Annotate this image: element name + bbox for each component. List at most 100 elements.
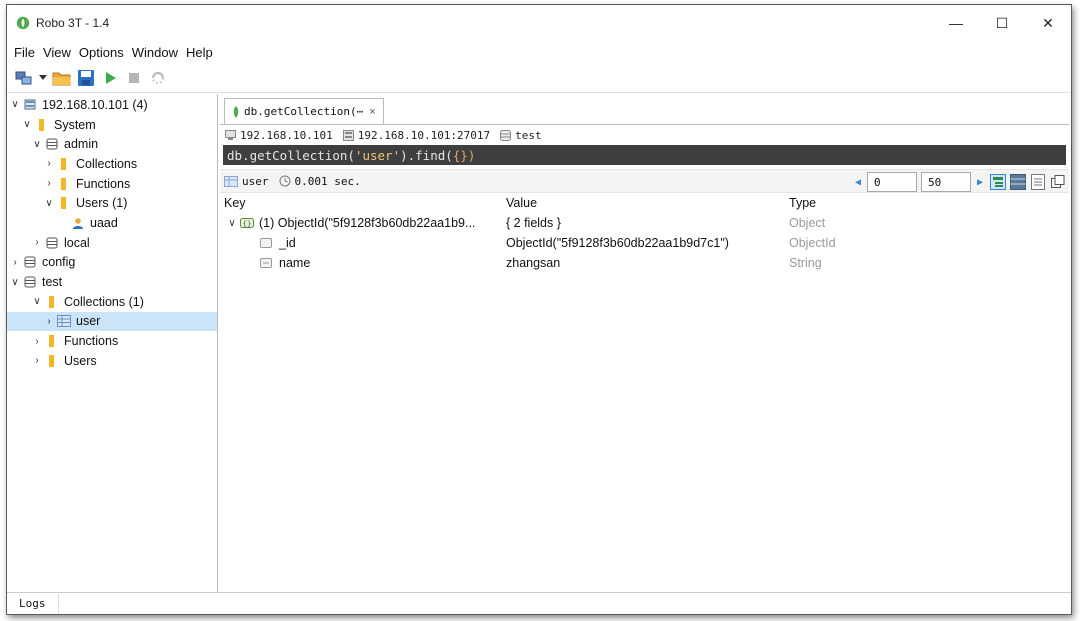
result-key-cell: _id <box>220 236 506 250</box>
chevron-down-icon[interactable]: ∨ <box>31 296 43 307</box>
detach-view-icon[interactable] <box>1049 173 1067 191</box>
connect-icon[interactable] <box>13 67 35 89</box>
computer-icon <box>225 129 236 140</box>
connection-info: 192.168.10.101 192.168.10.101:27017 test <box>220 125 1069 145</box>
tab-close-icon[interactable]: × <box>369 106 375 118</box>
query-string: 'user' <box>354 147 401 163</box>
tree-collection-user[interactable]: › user <box>7 311 217 332</box>
header-value[interactable]: Value <box>506 196 789 210</box>
tree-local[interactable]: › local <box>7 233 217 253</box>
save-icon[interactable] <box>75 67 97 89</box>
server-icon <box>342 129 354 141</box>
tree-test-collections[interactable]: ∨ Collections (1) <box>7 292 217 312</box>
tree-test-functions[interactable]: › Functions <box>7 331 217 351</box>
query-editor[interactable]: db.getCollection('user').find({}) <box>223 145 1066 165</box>
next-page-icon[interactable]: ▶ <box>973 172 987 192</box>
tree-test-users-label: Users <box>64 353 97 368</box>
result-type-cell: String <box>789 256 822 270</box>
menu-options[interactable]: Options <box>76 45 127 60</box>
tree-user-uaad-label: uaad <box>90 215 118 230</box>
chevron-down-icon[interactable]: ∨ <box>43 198 55 209</box>
tree-test-users[interactable]: › Users <box>7 351 217 371</box>
chevron-right-icon[interactable]: › <box>31 237 43 248</box>
robo3t-logo-icon <box>16 16 30 30</box>
chevron-down-icon[interactable]: ∨ <box>9 277 21 288</box>
result-type-cell: Object <box>789 216 826 230</box>
logs-button[interactable]: Logs <box>7 593 59 614</box>
open-folder-icon[interactable] <box>51 67 73 89</box>
chevron-down-icon[interactable]: ∨ <box>21 119 33 130</box>
chevron-down-icon[interactable]: ∨ <box>9 99 21 110</box>
result-type-cell: ObjectId <box>789 236 836 250</box>
result-row-id[interactable]: _id ObjectId("5f9128f3b60db22aa1b9d7c1")… <box>220 233 1069 253</box>
stop-icon[interactable] <box>123 67 145 89</box>
maximize-button[interactable]: ☐ <box>979 5 1025 41</box>
server-icon <box>23 98 37 112</box>
menu-view[interactable]: View <box>40 45 74 60</box>
database-icon <box>23 275 37 289</box>
tree-test-functions-label: Functions <box>64 334 119 349</box>
tree-config-label: config <box>42 255 76 270</box>
collection-table-icon <box>224 175 238 187</box>
database-icon <box>23 255 37 269</box>
result-key-cell: ∨ {} (1) ObjectId("5f9128f3b60db22aa1b9.… <box>220 216 506 230</box>
tree-system[interactable]: ∨ System <box>7 115 217 135</box>
chevron-right-icon[interactable]: › <box>31 355 43 366</box>
minimize-button[interactable]: — <box>933 5 979 41</box>
tree-admin-collections[interactable]: › Collections <box>7 154 217 174</box>
result-value-cell: { 2 fields } <box>506 216 561 230</box>
tab-query[interactable]: db.getCollection(⋯ × <box>224 98 384 124</box>
window-title: Robo 3T - 1.4 <box>36 16 110 30</box>
chevron-right-icon[interactable]: › <box>43 316 55 327</box>
address-segment: 192.168.10.101:27017 <box>342 129 490 142</box>
tree-admin-users[interactable]: ∨ Users (1) <box>7 193 217 213</box>
tree-admin[interactable]: ∨ admin <box>7 134 217 154</box>
tree-view-icon[interactable] <box>989 173 1007 191</box>
close-button[interactable]: ✕ <box>1025 5 1071 41</box>
table-view-icon[interactable] <box>1009 173 1027 191</box>
chevron-right-icon[interactable]: › <box>31 336 43 347</box>
menu-window[interactable]: Window <box>129 45 181 60</box>
host-label: 192.168.10.101 <box>240 128 333 142</box>
host-segment: 192.168.10.101 <box>225 129 333 142</box>
limit-input[interactable]: 50 <box>921 172 971 192</box>
tree-server[interactable]: ∨ 192.168.10.101 (4) <box>7 95 217 115</box>
tree-user-uaad[interactable]: uaad <box>7 213 217 233</box>
object-explorer: ∨ 192.168.10.101 (4) ∨ System ∨ admin › … <box>7 94 218 592</box>
menu-file[interactable]: File <box>11 45 38 60</box>
query-suffix: ) <box>467 147 476 163</box>
header-key[interactable]: Key <box>220 196 506 210</box>
window-controls: — ☐ ✕ <box>933 5 1071 41</box>
chevron-right-icon[interactable]: › <box>43 178 55 189</box>
chevron-right-icon[interactable]: › <box>9 257 21 268</box>
folder-icon <box>45 354 59 368</box>
app-window: Robo 3T - 1.4 — ☐ ✕ File View Options Wi… <box>6 4 1072 615</box>
dropdown-arrow-icon[interactable] <box>37 67 49 89</box>
tree-test[interactable]: ∨ test <box>7 272 217 292</box>
title-bar: Robo 3T - 1.4 — ☐ ✕ <box>7 5 1071 41</box>
chevron-down-icon[interactable]: ∨ <box>31 139 43 150</box>
folder-icon <box>35 118 49 132</box>
result-row-document[interactable]: ∨ {} (1) ObjectId("5f9128f3b60db22aa1b9.… <box>220 213 1069 233</box>
tree-admin-functions-label: Functions <box>76 176 131 191</box>
skip-input[interactable]: 0 <box>867 172 917 192</box>
rotate-icon[interactable] <box>147 67 169 89</box>
result-row-name[interactable]: name zhangsan String <box>220 253 1069 273</box>
pager: ◀ 0 50 ▶ <box>851 171 1067 193</box>
tree-server-label: 192.168.10.101 (4) <box>42 97 148 112</box>
result-key-label: name <box>279 256 311 270</box>
tree-admin-functions[interactable]: › Functions <box>7 174 217 194</box>
clock-icon <box>279 175 290 187</box>
previous-page-icon[interactable]: ◀ <box>851 172 865 192</box>
header-type[interactable]: Type <box>789 196 1069 210</box>
menu-help[interactable]: Help <box>183 45 216 60</box>
text-view-icon[interactable] <box>1029 173 1047 191</box>
string-field-icon <box>260 258 272 268</box>
chevron-down-icon[interactable]: ∨ <box>226 218 238 229</box>
tree-config[interactable]: › config <box>7 253 217 273</box>
collection-table-icon <box>57 314 71 328</box>
chevron-right-icon[interactable]: › <box>43 158 55 169</box>
run-icon[interactable] <box>99 67 121 89</box>
menu-bar: File View Options Window Help <box>7 41 1071 63</box>
tree-test-label: test <box>42 275 63 290</box>
